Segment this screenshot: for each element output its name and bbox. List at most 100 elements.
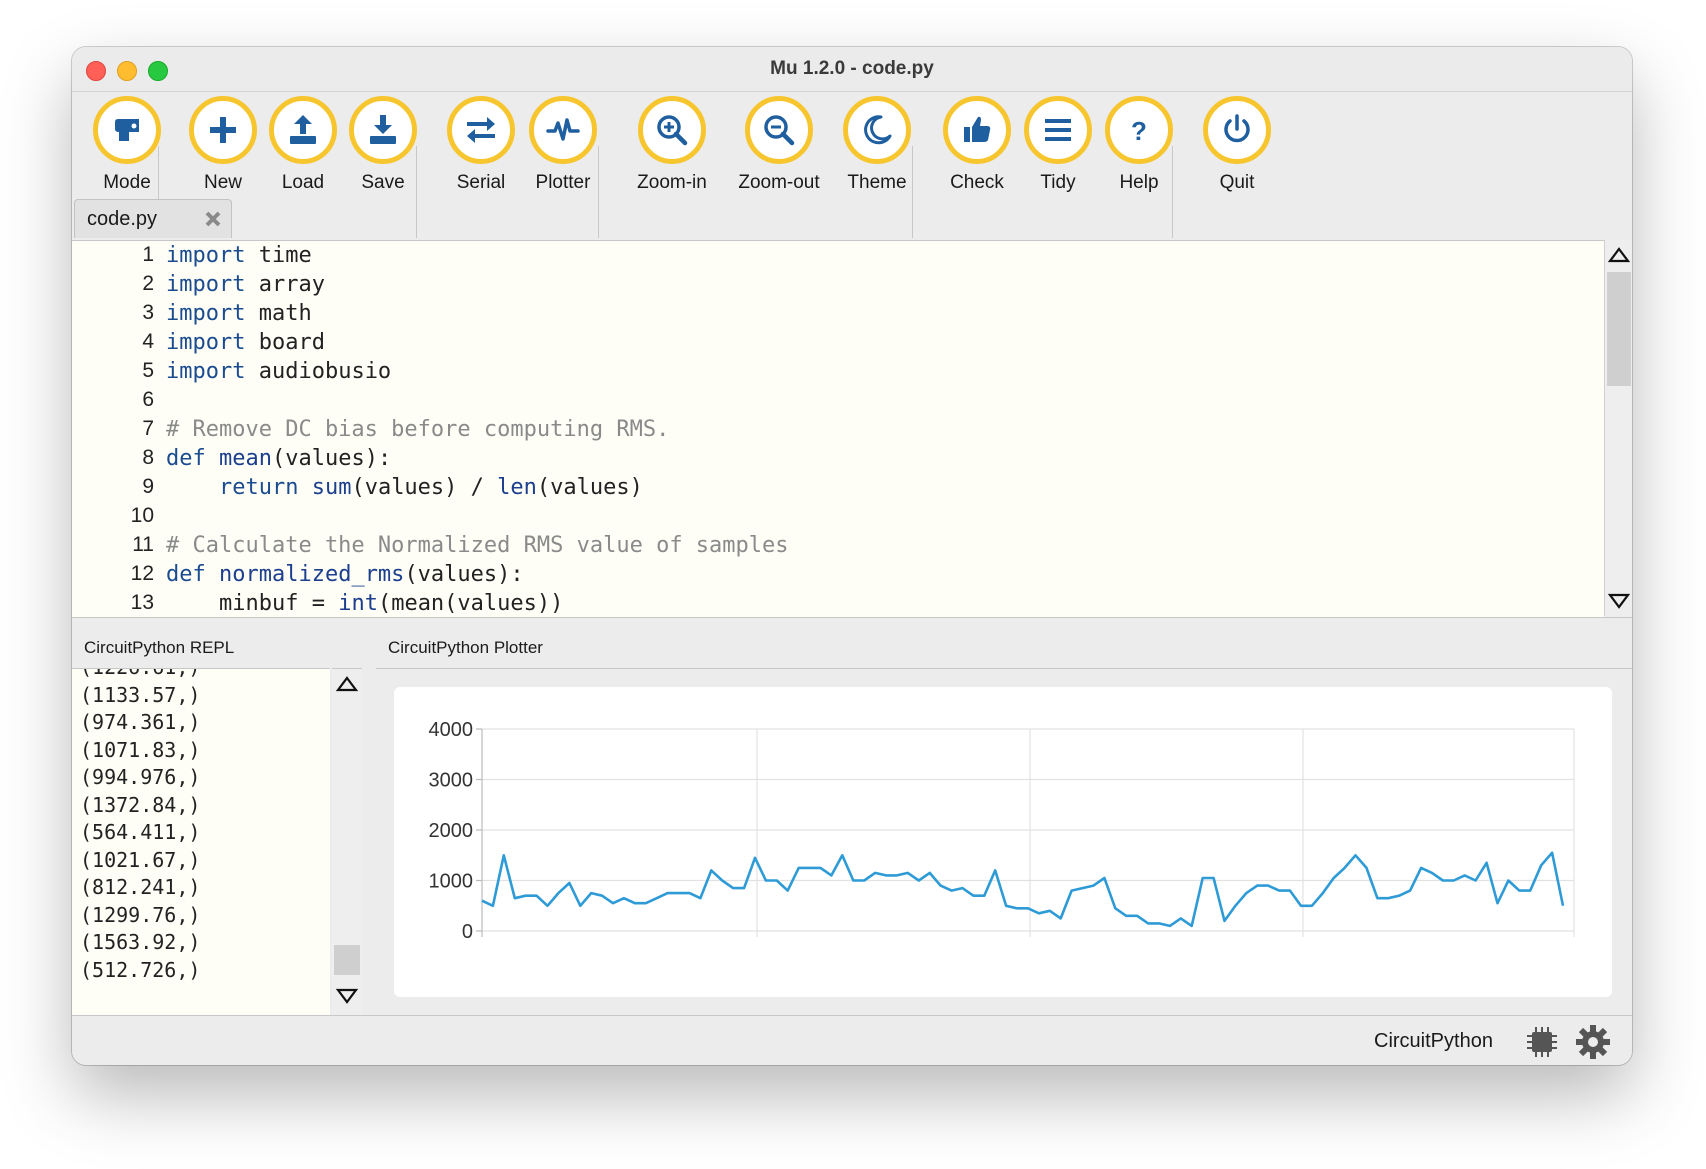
repl-line: (512.726,) (80, 957, 201, 982)
repl-scrollbar[interactable] (332, 668, 362, 1015)
repl-console[interactable]: (1226.61,) (1133.57,) (974.361,) (1071.83,)… (72, 668, 330, 1015)
status-bar: CircuitPython (72, 1015, 1632, 1065)
plotter-button[interactable]: Plotter (508, 96, 618, 194)
repl-line: (974.361,) (80, 710, 201, 734)
scroll-down-icon[interactable] (1608, 592, 1630, 610)
pulse-icon (546, 118, 580, 141)
plot-card: 4000 3000 2000 1000 0 (394, 687, 1612, 997)
editor-scroll-thumb[interactable] (1607, 272, 1631, 386)
save-label: Save (361, 172, 405, 193)
help-button[interactable]: ? Help (1084, 96, 1194, 194)
series-line (481, 851, 1565, 928)
code-line: def mean(values): (166, 446, 392, 471)
zoom-out-icon (764, 115, 795, 146)
repl-line: (1563.92,) (80, 930, 201, 954)
theme-button[interactable]: Theme (822, 96, 932, 194)
y-tick-label: 0 (462, 921, 473, 943)
zoom-in-button[interactable]: Zoom-in (617, 96, 727, 194)
code-line: # Remove DC bias before computing RMS. (166, 417, 670, 442)
plot-chart: 4000 3000 2000 1000 0 (429, 719, 1575, 943)
mode-button[interactable]: Mode (72, 96, 182, 194)
repl-line: (812.241,) (80, 875, 201, 899)
code-line: def normalized_rms(values): (166, 562, 524, 587)
tab-label: code.py (87, 208, 158, 230)
line-number: 1 (142, 243, 154, 266)
zoom-in-icon (657, 115, 688, 146)
line-number-gutter: 1 2 3 4 5 6 7 8 9 10 11 12 13 (72, 241, 162, 617)
code-line: import time (166, 243, 312, 268)
mode-status: CircuitPython (1374, 1030, 1493, 1052)
repl-scroll-up-icon[interactable] (336, 675, 358, 693)
title-bar: Mu 1.2.0 - code.py (72, 47, 1632, 92)
code-line: import audiobusio (166, 359, 392, 384)
moon-icon (864, 115, 892, 145)
line-number: 7 (142, 417, 154, 440)
plotter-pane: 4000 3000 2000 1000 0 (376, 668, 1632, 1015)
repl-line: (1226.61,) (80, 669, 200, 679)
plotter-pane-label: CircuitPython Plotter (388, 638, 543, 657)
app-window: Mu 1.2.0 - code.py Mode New Load Save Se… (72, 47, 1632, 1065)
gear-icon[interactable] (1574, 1023, 1612, 1061)
repl-line: (1372.84,) (80, 792, 201, 817)
upload-icon (290, 115, 316, 144)
code-area[interactable]: import time import array import math import… (166, 241, 1586, 617)
line-number: 11 (132, 533, 154, 556)
repl-line: (564.411,) (80, 820, 201, 844)
chip-icon[interactable] (1524, 1024, 1560, 1060)
code-line: minbuf = int(mean(values)) (218, 591, 564, 616)
repl-scroll-down-icon[interactable] (336, 987, 358, 1005)
line-number: 10 (130, 504, 154, 527)
tab-bar: code.py (72, 199, 1632, 239)
save-button[interactable]: Save (328, 96, 438, 194)
help-label: Help (1119, 172, 1159, 193)
code-line: import array (166, 272, 325, 297)
scroll-up-icon[interactable] (1608, 246, 1630, 264)
repl-line: (1021.67,) (80, 847, 201, 872)
repl-scroll-thumb[interactable] (334, 945, 360, 975)
y-tick-label: 2000 (429, 820, 474, 842)
code-line: return sum(values) / len(values) (218, 475, 643, 500)
line-number: 5 (142, 359, 154, 382)
line-number: 4 (142, 330, 154, 353)
line-number: 9 (142, 475, 154, 498)
zoom-out-button[interactable]: Zoom-out (724, 96, 834, 194)
quit-label: Quit (1219, 172, 1255, 193)
repl-line: (994.976,) (80, 765, 201, 789)
y-tick-label: 1000 (429, 871, 474, 893)
zoom-out-label: Zoom-out (738, 172, 820, 193)
line-number: 13 (130, 591, 154, 614)
line-number: 2 (142, 272, 154, 295)
mode-label: Mode (103, 172, 151, 193)
quit-button[interactable]: Quit (1182, 96, 1292, 194)
editor-scrollbar[interactable] (1604, 240, 1632, 616)
code-line: import math (166, 301, 312, 326)
question-icon: ? (1131, 116, 1147, 146)
thumbs-up-icon (964, 116, 991, 142)
window-title: Mu 1.2.0 - code.py (770, 58, 934, 79)
lines-icon (1045, 119, 1071, 141)
svg-text:?: ? (1131, 116, 1147, 146)
repl-line: (1133.57,) (80, 682, 201, 707)
serial-arrows-icon (467, 117, 495, 143)
plus-icon (210, 117, 236, 143)
repl-line: (1071.83,) (80, 737, 201, 762)
line-number: 3 (142, 301, 154, 324)
mode-icon (115, 119, 139, 141)
line-number: 8 (142, 446, 154, 469)
code-editor[interactable]: 1 2 3 4 5 6 7 8 9 10 11 12 13 import time import arra… (72, 240, 1604, 617)
theme-label: Theme (847, 172, 907, 193)
line-number: 6 (142, 388, 154, 411)
close-tab-icon[interactable] (203, 209, 223, 229)
zoom-in-label: Zoom-in (637, 172, 707, 193)
power-icon (1224, 114, 1250, 143)
code-line: # Calculate the Normalized RMS value of … (166, 533, 789, 558)
code-line: import board (166, 330, 325, 355)
download-icon (370, 115, 396, 144)
line-number: 12 (130, 562, 154, 585)
repl-line: (1299.76,) (80, 902, 201, 927)
tab-code-py[interactable]: code.py (74, 199, 232, 238)
repl-label: CircuitPython REPL (84, 638, 235, 657)
plotter-label: Plotter (535, 172, 591, 193)
y-tick-label: 4000 (429, 719, 474, 741)
y-tick-label: 3000 (429, 770, 474, 792)
